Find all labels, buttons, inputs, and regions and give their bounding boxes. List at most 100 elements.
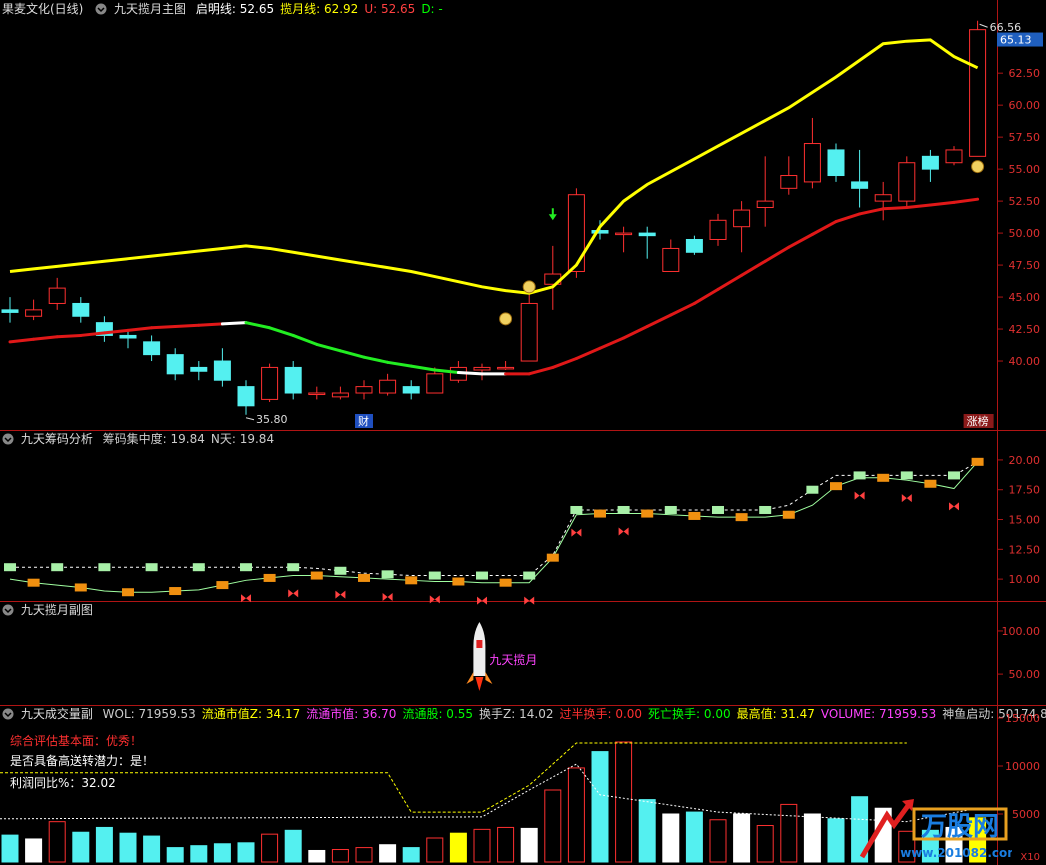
volume-level-line [0,742,907,813]
series-line-qiming [622,324,649,340]
candle-body [402,386,420,394]
candle-body [190,366,208,372]
candle-body [213,360,231,381]
volume-bar [662,813,680,863]
candle-body [331,392,349,398]
volume-bar [426,837,444,863]
volume-bar [190,845,208,863]
chip-marker [594,509,606,518]
series-line-qiming [338,349,366,359]
volume-bar [166,847,184,863]
volume-bar [591,751,609,863]
candle-body [284,366,302,394]
series-line-qiming [669,301,696,317]
chip-marker [122,588,134,597]
y-tick-label: 42.50 [1009,323,1041,336]
volume-bar [331,849,349,863]
series-line-qiming [55,333,83,339]
high-price-pointer [979,23,988,28]
y-tick-label: 60.00 [1009,99,1041,112]
y-tick-label: 17.50 [1009,484,1041,497]
candle-body [662,247,680,272]
candle-body [638,232,656,237]
series-line-qiming [598,336,626,350]
volume-bar [48,821,66,863]
y-tick-label: 20.00 [1009,454,1041,467]
volume-bar [1,834,19,863]
candle-body [237,386,255,407]
chip-marker [192,563,205,572]
volume-bar [615,741,633,863]
series-line-nday [9,461,978,593]
volume-bar [119,832,137,863]
rocket-icon [473,622,486,676]
chart-canvas[interactable]: 40.00 42.50 45.00 47.50 50.00 52.50 55.00 57.50… [0,0,1046,865]
candle-body [827,149,845,177]
y-tick-label: 55.00 [1009,163,1041,176]
butterfly-icon [335,590,346,599]
rocket-window [476,640,483,648]
volume-bar [733,813,751,863]
volume-bar [379,844,397,863]
volume-bar [780,803,798,863]
candle-body [308,392,326,396]
candle-body [166,354,184,375]
series-line-qiming [740,259,767,277]
butterfly-icon [477,596,487,605]
chip-marker [405,576,418,585]
series-line-qiming [197,322,224,327]
chip-marker [476,571,488,580]
series-line-qiming [32,335,59,341]
chip-marker [900,471,913,480]
volume-bar [827,818,845,863]
series-line-qiming [858,207,885,216]
candle-body [969,29,987,157]
money-bag-icon [522,280,536,294]
watermark-url: www.201082.com [900,846,1012,860]
volume-bar [449,832,467,863]
money-bag-icon [499,312,513,326]
chip-marker [240,563,252,572]
butterfly-icon [854,491,865,500]
volume-bar [473,828,491,863]
rocket-flame [475,677,484,691]
chip-marker [735,513,748,522]
volume-bar [402,847,420,863]
candle-body [1,309,19,313]
chip-marker [310,571,323,580]
y-tick-label: 47.50 [1009,259,1041,272]
butterfly-icon [429,595,440,604]
volume-bar [497,826,515,863]
volume-bar [308,849,326,863]
chip-marker [4,563,16,572]
candle-body [379,379,397,394]
candle-body [733,209,751,228]
candle-body [685,238,703,253]
series-line-qiming [8,337,36,344]
chip-marker [499,578,512,587]
low-price-label: 35.80 [256,413,288,426]
chip-marker [381,570,394,579]
series-line-qiming [456,371,484,376]
candle-body [143,341,161,356]
chip-marker [523,571,536,580]
butterfly-icon [949,502,959,511]
series-line-qiming [716,273,744,291]
y-tick-label: 5000 [1012,808,1040,821]
candle-body [426,373,444,394]
y-tick-label: 50.00 [1009,668,1041,681]
butterfly-icon [901,494,912,503]
chip-marker [617,505,630,514]
series-line-qiming [244,321,272,330]
series-line-qiming [126,326,154,332]
y-tick-label: 10000 [1005,760,1040,773]
volume-bar [72,831,90,863]
chip-marker [452,577,465,586]
watermark-text: 万股网 [921,812,999,842]
candle-body [355,386,373,394]
y-tick-label: 50.00 [1009,227,1041,240]
chip-marker [98,563,111,572]
y-tick-label: 45.00 [1009,291,1041,304]
rocket-label: 九天揽月 [489,653,537,667]
volume-bar [520,827,538,863]
